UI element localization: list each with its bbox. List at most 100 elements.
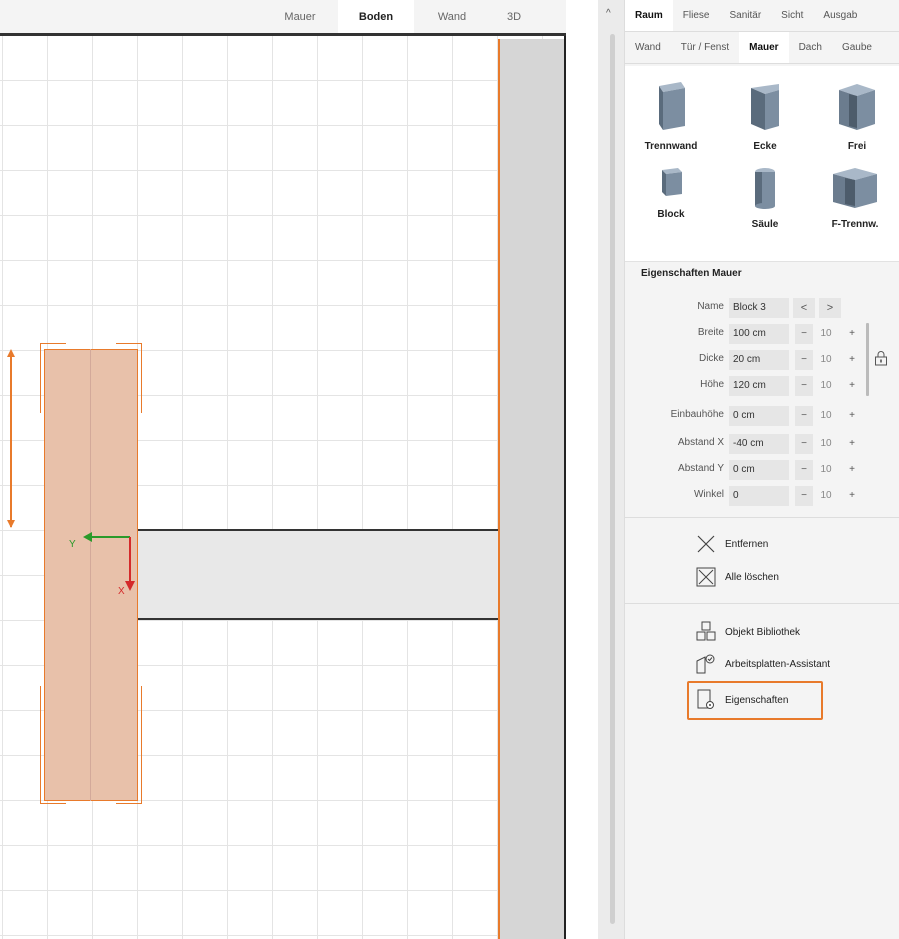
subtab-dach[interactable]: Dach xyxy=(789,32,832,63)
wall-object-grid: Trennwand Ecke Frei Block Säule F-Trennw… xyxy=(625,66,899,262)
worktop-assistant-button[interactable]: Arbeitsplatten-Assistant xyxy=(695,651,830,677)
tab-ausgabe[interactable]: Ausgab xyxy=(813,0,867,31)
scrollbar-thumb[interactable] xyxy=(610,34,615,924)
main-tabs: Raum Fliese Sanitär Sicht Ausgab xyxy=(625,0,899,32)
object-label-trennwand: Trennwand xyxy=(644,141,698,152)
winkel-field[interactable]: 0 xyxy=(729,486,789,506)
property-label: Abstand Y xyxy=(678,463,724,474)
properties-button[interactable]: Eigenschaften xyxy=(695,687,788,713)
decrement-button[interactable]: − xyxy=(795,486,813,506)
decrement-button[interactable]: − xyxy=(795,434,813,454)
object-library-button[interactable]: Objekt Bibliothek xyxy=(695,619,800,645)
worktop-assistant-label: Arbeitsplatten-Assistant xyxy=(725,658,831,670)
step-value[interactable]: 10 xyxy=(815,406,837,426)
increment-button[interactable]: + xyxy=(843,376,861,396)
view-tab-mauer[interactable]: Mauer xyxy=(262,0,338,33)
breite-field[interactable]: 100 cm xyxy=(729,324,789,344)
property-label: Dicke xyxy=(698,353,724,364)
object-block[interactable]: Block xyxy=(631,166,711,220)
canvas-border xyxy=(564,0,566,939)
object-ecke[interactable]: Ecke xyxy=(725,80,805,152)
property-label: Höhe xyxy=(700,379,724,390)
increment-button[interactable]: + xyxy=(843,486,861,506)
object-saeule[interactable]: Säule xyxy=(725,166,805,230)
step-value[interactable]: 10 xyxy=(815,460,837,480)
properties-label: Eigenschaften xyxy=(725,694,789,706)
decrement-button[interactable]: − xyxy=(795,350,813,370)
hoehe-field[interactable]: 120 cm xyxy=(729,376,789,396)
decrement-button[interactable]: − xyxy=(795,376,813,396)
increment-button[interactable]: + xyxy=(843,460,861,480)
x-axis xyxy=(129,537,131,583)
tab-raum[interactable]: Raum xyxy=(625,0,673,31)
view-tab-3d[interactable]: 3D xyxy=(490,0,538,33)
dicke-field[interactable]: 20 cm xyxy=(729,350,789,370)
ecke-icon xyxy=(751,84,779,130)
step-value[interactable]: 10 xyxy=(815,376,837,396)
property-label: Einbauhöhe xyxy=(670,409,724,420)
object-library-icon xyxy=(695,621,717,643)
selection-bracket-br xyxy=(116,686,142,804)
properties-title: Eigenschaften Mauer xyxy=(641,268,742,279)
block-center-line xyxy=(90,349,91,801)
worktop-assistant-icon xyxy=(695,653,717,675)
increment-button[interactable]: + xyxy=(843,350,861,370)
outer-wall[interactable] xyxy=(498,39,565,939)
lock-icon[interactable] xyxy=(874,350,888,366)
x-axis-arrow-icon xyxy=(125,581,135,591)
f-trennwand-icon xyxy=(833,168,877,208)
scroll-up-icon[interactable]: ^ xyxy=(606,8,611,19)
subtab-wand[interactable]: Wand xyxy=(625,32,671,63)
tab-fliese[interactable]: Fliese xyxy=(673,0,720,31)
selection-bracket-tr xyxy=(116,343,142,413)
tab-sicht[interactable]: Sicht xyxy=(771,0,813,31)
prev-object-button[interactable]: < xyxy=(793,298,815,318)
delete-all-button[interactable]: Alle löschen xyxy=(695,564,779,590)
subtab-mauer[interactable]: Mauer xyxy=(739,32,789,63)
view-tab-boden[interactable]: Boden xyxy=(338,0,414,33)
increment-button[interactable]: + xyxy=(843,406,861,426)
wall-segment[interactable] xyxy=(137,529,498,620)
floorplan-canvas[interactable]: Y X Mauer Boden Wand 3D xyxy=(0,0,566,939)
property-label: Breite xyxy=(697,327,724,338)
step-value[interactable]: 10 xyxy=(815,350,837,370)
object-frei[interactable]: Frei xyxy=(817,80,897,152)
object-f-trennwand[interactable]: F-Trennw. xyxy=(815,166,895,230)
decrement-button[interactable]: − xyxy=(795,406,813,426)
step-value[interactable]: 10 xyxy=(815,486,837,506)
subtab-gaube[interactable]: Gaube xyxy=(832,32,882,63)
lock-bracket xyxy=(866,323,869,396)
abstand-y-field[interactable]: 0 cm xyxy=(729,460,789,480)
dimension-line xyxy=(10,351,12,527)
dimension-arrow-up-icon xyxy=(7,349,15,357)
y-axis-arrow-icon xyxy=(83,532,92,542)
decrement-button[interactable]: − xyxy=(795,324,813,344)
tab-sanitaer[interactable]: Sanitär xyxy=(719,0,771,31)
property-row-winkel: Winkel 0 − 10 + xyxy=(625,486,899,506)
step-value[interactable]: 10 xyxy=(815,434,837,454)
object-library-label: Objekt Bibliothek xyxy=(725,626,801,638)
selection-bracket-bl xyxy=(40,686,66,804)
step-value[interactable]: 10 xyxy=(815,324,837,344)
subtab-tuer-fenster[interactable]: Tür / Fenst xyxy=(671,32,739,63)
frei-icon xyxy=(839,84,875,130)
name-field[interactable]: Block 3 xyxy=(729,298,789,318)
view-tab-wand[interactable]: Wand xyxy=(414,0,490,33)
properties-panel: Raum Fliese Sanitär Sicht Ausgab Wand Tü… xyxy=(624,0,899,939)
property-label-name: Name xyxy=(697,301,724,312)
decrement-button[interactable]: − xyxy=(795,460,813,480)
abstand-x-field[interactable]: -40 cm xyxy=(729,434,789,454)
increment-button[interactable]: + xyxy=(843,324,861,344)
x-axis-label: X xyxy=(118,586,125,597)
object-label-frei: Frei xyxy=(847,141,867,152)
einbauhoehe-field[interactable]: 0 cm xyxy=(729,406,789,426)
object-trennwand[interactable]: Trennwand xyxy=(631,80,711,152)
property-row-name: Name Block 3 < > xyxy=(625,298,899,318)
property-row-dicke: Dicke 20 cm − 10 + xyxy=(625,350,899,370)
dimension-arrow-down-icon xyxy=(7,520,15,528)
close-x-icon xyxy=(695,533,717,555)
property-row-abstand-y: Abstand Y 0 cm − 10 + xyxy=(625,460,899,480)
remove-button[interactable]: Entfernen xyxy=(695,531,768,557)
next-object-button[interactable]: > xyxy=(819,298,841,318)
increment-button[interactable]: + xyxy=(843,434,861,454)
